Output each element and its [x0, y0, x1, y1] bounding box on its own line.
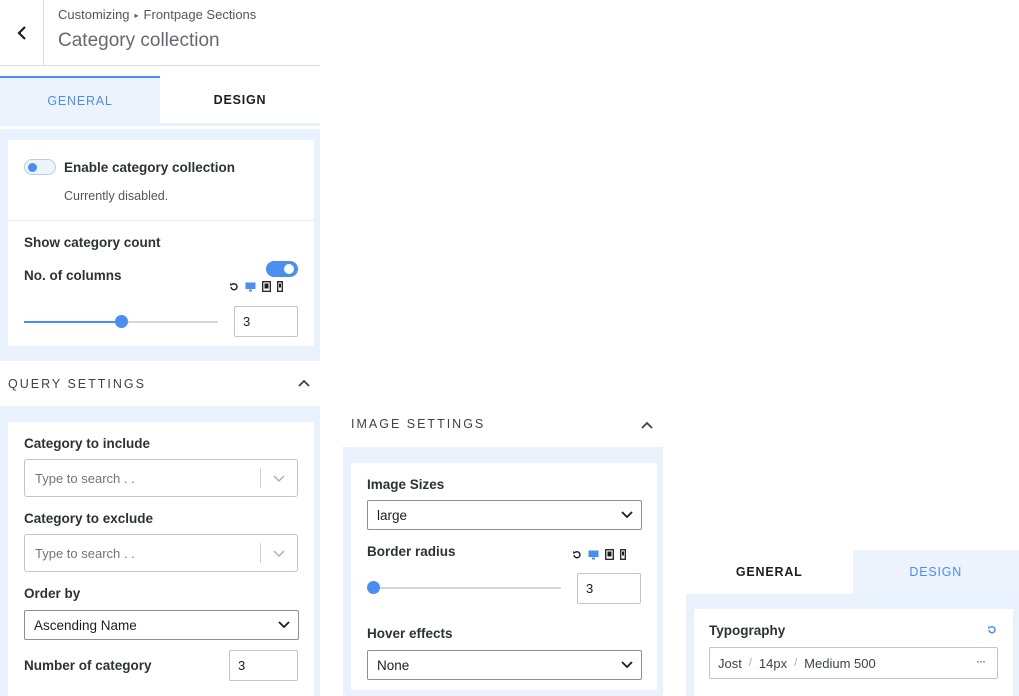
- typography-sep: /: [794, 657, 798, 669]
- typography-card: Typography Jost / 14px / Medium 500 ···: [694, 609, 1013, 696]
- typography-label: Typography: [709, 623, 786, 638]
- image-sizes-select[interactable]: large: [367, 500, 642, 530]
- border-radius-number-input[interactable]: 3: [577, 573, 641, 604]
- page-title: Category collection: [58, 30, 220, 51]
- columns-label: No. of columns: [24, 268, 122, 283]
- tablet-icon[interactable]: [262, 281, 271, 292]
- typography-frame: Typography Jost / 14px / Medium 500 ···: [686, 597, 1019, 696]
- breadcrumb-separator: ▸: [134, 11, 139, 20]
- chevron-down-icon[interactable]: [273, 475, 285, 483]
- image-sizes-label: Image Sizes: [367, 477, 445, 492]
- typography-picker[interactable]: Jost / 14px / Medium 500 ···: [709, 647, 998, 679]
- border-radius-label: Border radius: [367, 544, 456, 559]
- image-settings-header[interactable]: Image Settings: [343, 404, 663, 447]
- columns-number-input[interactable]: 3: [234, 306, 298, 337]
- query-settings-card: Category to include Type to search . . C…: [8, 422, 314, 696]
- chevron-down-icon: [621, 661, 633, 669]
- reset-icon[interactable]: [572, 550, 582, 560]
- reset-icon[interactable]: [987, 625, 997, 635]
- query-settings-header[interactable]: Query Settings: [0, 362, 320, 406]
- image-settings-card: Image Sizes large Border radius 3 Hover …: [351, 463, 657, 690]
- desktop-icon[interactable]: [245, 282, 256, 292]
- tab-general[interactable]: General: [686, 550, 853, 594]
- image-settings-heading: Image Settings: [351, 417, 486, 431]
- tab-design[interactable]: Design: [852, 550, 1019, 594]
- hover-effects-select[interactable]: None: [367, 650, 642, 680]
- image-sizes-value: large: [377, 507, 408, 523]
- chevron-down-icon[interactable]: [273, 550, 285, 558]
- tab-general[interactable]: General: [0, 76, 160, 123]
- enable-status-text: Currently disabled.: [64, 189, 169, 203]
- enable-collection-toggle[interactable]: [24, 159, 56, 175]
- include-search-input[interactable]: Type to search . .: [24, 459, 298, 497]
- order-by-select[interactable]: Ascending Name: [24, 610, 299, 640]
- exclude-search-input[interactable]: Type to search . .: [24, 534, 298, 572]
- chevron-down-icon: [621, 511, 633, 519]
- show-count-toggle[interactable]: [266, 261, 298, 277]
- include-label: Category to include: [24, 436, 151, 451]
- back-button[interactable]: [0, 0, 44, 65]
- number-of-category-label: Number of category: [24, 658, 152, 673]
- border-radius-slider[interactable]: [367, 581, 561, 594]
- chevron-left-icon: [16, 25, 26, 40]
- mobile-icon[interactable]: [277, 281, 283, 292]
- image-settings-frame: Image Sizes large Border radius 3 Hover …: [343, 447, 663, 696]
- desktop-icon[interactable]: [588, 550, 599, 560]
- order-by-label: Order by: [24, 586, 81, 601]
- tab-design[interactable]: Design: [160, 76, 320, 123]
- general-settings-card: Enable category collection Currently dis…: [8, 140, 314, 346]
- breadcrumb: Customizing ▸ Frontpage Sections: [58, 7, 256, 22]
- query-settings-frame: Category to include Type to search . . C…: [0, 406, 320, 696]
- tablet-icon[interactable]: [605, 549, 614, 560]
- query-settings-heading: Query Settings: [8, 377, 146, 391]
- exclude-placeholder: Type to search . .: [35, 545, 135, 561]
- order-by-value: Ascending Name: [34, 617, 137, 633]
- breadcrumb-section: Frontpage Sections: [143, 7, 257, 22]
- customizer-header: Customizing ▸ Frontpage Sections Category …: [0, 0, 320, 66]
- general-settings-frame: Enable category collection Currently dis…: [0, 129, 320, 361]
- hover-effects-label: Hover effects: [367, 626, 453, 641]
- responsive-controls: [572, 549, 626, 560]
- typography-font: Jost: [718, 655, 742, 671]
- breadcrumb-root: Customizing: [58, 7, 130, 22]
- responsive-controls: [229, 281, 283, 292]
- chevron-down-icon: [278, 621, 290, 629]
- typography-size: 14px: [758, 655, 788, 671]
- typography-sep: /: [748, 657, 752, 669]
- typography-weight: Medium 500: [804, 655, 876, 671]
- enable-collection-label: Enable category collection: [64, 160, 236, 175]
- columns-slider-thumb[interactable]: [115, 315, 128, 328]
- more-options-icon[interactable]: ···: [976, 654, 986, 668]
- border-radius-slider-thumb[interactable]: [367, 581, 380, 594]
- chevron-up-icon[interactable]: [298, 379, 310, 387]
- chevron-up-icon[interactable]: [641, 421, 653, 429]
- left-tabs: General Design: [0, 76, 320, 126]
- mobile-icon[interactable]: [620, 549, 626, 560]
- exclude-label: Category to exclude: [24, 511, 154, 526]
- include-placeholder: Type to search . .: [35, 470, 135, 486]
- hover-effects-value: None: [377, 657, 410, 673]
- columns-slider[interactable]: [24, 315, 218, 328]
- divider: [8, 220, 314, 221]
- number-of-category-input[interactable]: 3: [229, 650, 298, 681]
- show-count-label: Show category count: [24, 235, 161, 250]
- right-tabs: General Design: [686, 550, 1019, 597]
- reset-icon[interactable]: [229, 282, 239, 292]
